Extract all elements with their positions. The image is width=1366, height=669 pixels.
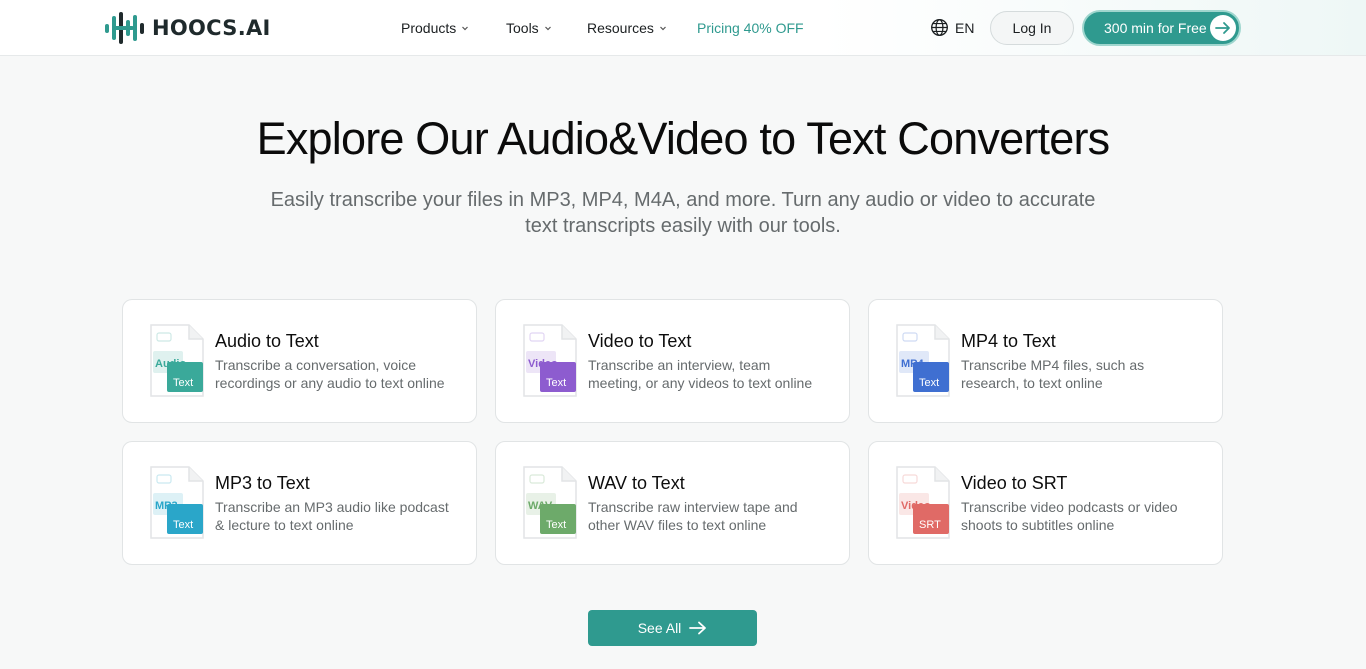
tool-card-description-line2: & lecture to text online (215, 517, 354, 533)
tool-card-title: Video to Text (588, 331, 692, 351)
tool-card-description-line1: Transcribe MP4 files, such as (961, 357, 1145, 373)
tool-card[interactable]: MP3 Text MP3 to Text Transcribe an MP3 audi… (122, 441, 477, 565)
file-type-icon: MP3 Text (150, 466, 204, 539)
tool-card-description-line1: Transcribe an interview, team (588, 357, 771, 373)
chevron-down-icon (659, 26, 666, 31)
soundwave-logo-icon (105, 12, 144, 44)
tool-card-description-line2: other WAV files to text online (588, 517, 767, 533)
login-button[interactable]: Log In (990, 11, 1074, 45)
file-type-icon: Audio Text (150, 324, 204, 397)
file-type-icon: Video SRT (896, 466, 950, 539)
tool-card-description: Transcribe raw interview tape and other W… (588, 498, 833, 534)
see-all-label: See All (637, 620, 682, 636)
tool-card[interactable]: WAV Text WAV to Text Transcribe raw intervi… (495, 441, 850, 565)
brand-logo[interactable]: HOOCS.AI (104, 11, 271, 45)
nav-tools[interactable]: Tools (506, 20, 552, 36)
tool-card-description-line1: Transcribe video podcasts or video (961, 499, 1178, 515)
page-subtitle: Easily transcribe your files in MP3, MP4… (233, 187, 1133, 239)
nav-products-label: Products (401, 20, 457, 36)
file-type-icon: WAV Text (523, 466, 577, 539)
free-trial-label: 300 min for Free (1104, 20, 1207, 36)
svg-text:Text: Text (546, 377, 566, 389)
tool-card-description-line1: Transcribe a conversation, voice (215, 357, 417, 373)
svg-text:Text: Text (919, 377, 939, 389)
nav-resources-label: Resources (587, 20, 654, 36)
tool-card-description: Transcribe a conversation, voice recordin… (215, 356, 460, 392)
tool-card-title: MP4 to Text (961, 331, 1056, 351)
see-all-button[interactable]: See All (588, 610, 757, 646)
tool-card-description-line2: shoots to subtitles online (961, 517, 1115, 533)
svg-text:Audio: Audio (155, 358, 186, 370)
nav-tools-label: Tools (506, 20, 539, 36)
brand-name: HOOCS.AI (152, 16, 271, 40)
file-type-icon: Video Text (523, 324, 577, 397)
svg-text:Video: Video (901, 500, 931, 512)
page-subtitle-line2: text transcripts easily with our tools. (525, 215, 841, 237)
tool-card-description-line1: Transcribe raw interview tape and (588, 499, 798, 515)
svg-text:Video: Video (528, 358, 558, 370)
tool-card-description: Transcribe an MP3 audio like podcast & le… (215, 498, 460, 534)
file-type-icon: MP4 Text (896, 324, 950, 397)
svg-text:SRT: SRT (919, 519, 941, 531)
arrow-right-icon (689, 621, 707, 635)
svg-text:MP4: MP4 (901, 358, 925, 370)
tool-card-description-line2: meeting, or any videos to text online (588, 375, 813, 391)
nav-pricing[interactable]: Pricing 40% OFF (697, 20, 804, 36)
tool-card[interactable]: Video Text Video to Text Transcribe an inte… (495, 299, 850, 423)
nav-resources[interactable]: Resources (587, 20, 667, 36)
site-header: HOOCS.AI Products Tools Resources Pricin… (0, 0, 1366, 56)
tool-card-title: Video to SRT (961, 473, 1068, 493)
chevron-down-icon (544, 26, 551, 31)
svg-text:Text: Text (173, 377, 193, 389)
svg-text:Text: Text (173, 519, 193, 531)
tool-card-description-line1: Transcribe an MP3 audio like podcast (215, 499, 449, 515)
tool-card-title: Audio to Text (215, 331, 319, 351)
svg-text:WAV: WAV (528, 500, 553, 512)
tool-card-title: MP3 to Text (215, 473, 310, 493)
globe-icon (931, 19, 948, 36)
page-subtitle-line1: Easily transcribe your files in MP3, MP4… (270, 189, 1096, 211)
tool-card-description: Transcribe an interview, team meeting, or… (588, 356, 833, 392)
nav-pricing-label: Pricing 40% OFF (697, 20, 804, 36)
tool-card-description-line2: recordings or any audio to text online (215, 375, 445, 391)
nav-products[interactable]: Products (401, 20, 469, 36)
tool-card-description: Transcribe MP4 files, such as research, t… (961, 356, 1206, 392)
arrow-right-icon (1210, 15, 1236, 41)
tool-card[interactable]: Video SRT Video to SRT Transcribe video pod… (868, 441, 1223, 565)
tool-card-title: WAV to Text (588, 473, 685, 493)
svg-text:Text: Text (546, 519, 566, 531)
tool-card-description: Transcribe video podcasts or video shoots… (961, 498, 1206, 534)
chevron-down-icon (462, 26, 469, 31)
tool-card-description-line2: research, to text online (961, 375, 1103, 391)
tool-card[interactable]: Audio Text Audio to Text Transcribe a conve… (122, 299, 477, 423)
page-title: Explore Our Audio&Video to Text Converte… (256, 113, 1111, 164)
svg-text:MP3: MP3 (155, 500, 178, 512)
tool-card[interactable]: MP4 Text MP4 to Text Transcribe MP4 files, … (868, 299, 1223, 423)
language-selector[interactable]: EN (930, 18, 974, 37)
language-label: EN (955, 19, 975, 36)
free-trial-button[interactable]: 300 min for Free (1082, 10, 1241, 46)
